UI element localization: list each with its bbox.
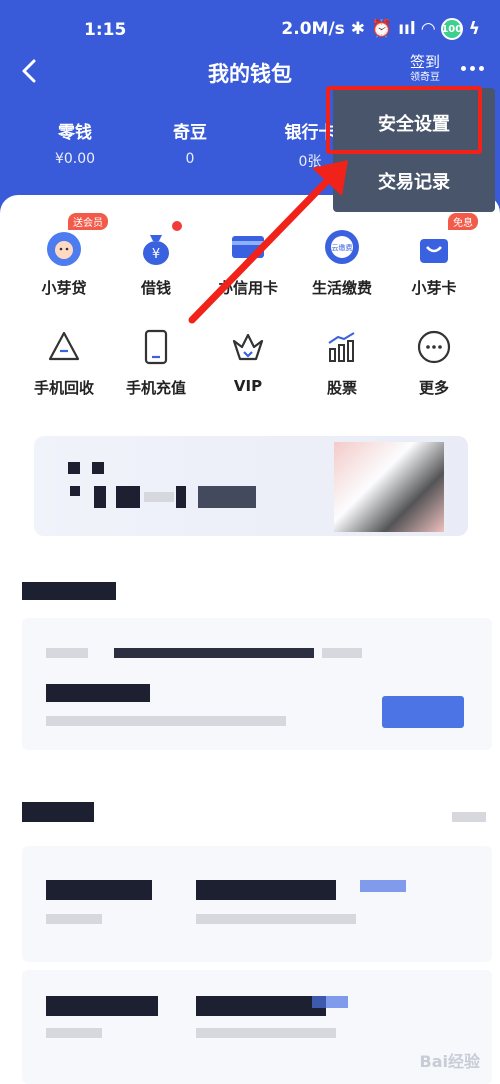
balance-change[interactable]: 零钱 ¥0.00 [15, 118, 135, 167]
banner-illustration [334, 442, 444, 532]
service-label: 生活缴费 [311, 279, 372, 297]
service-label: 办信用卡 [217, 279, 278, 297]
more-options-icon[interactable] [461, 66, 484, 71]
service-utility-payment[interactable]: 云缴费 生活缴费 [292, 225, 392, 298]
wifi-icon: ◠ [421, 19, 435, 39]
blurred-block [176, 486, 186, 508]
service-phone-topup[interactable]: 手机充值 [106, 325, 206, 398]
product-list-card-1[interactable] [22, 846, 492, 962]
status-bar: 1:15 2.0M/s ✱ ⏰ ııl ◠ 100 ϟ [0, 0, 500, 50]
status-time: 1:15 [84, 20, 127, 40]
svg-text:¥: ¥ [152, 247, 160, 262]
watermark: Bai经验 [419, 1052, 480, 1071]
blurred-block [94, 486, 106, 508]
service-borrow[interactable]: ¥ 借钱 [106, 221, 206, 298]
menu-item-transaction-history[interactable]: 交易记录 [333, 154, 495, 212]
service-label: 更多 [418, 379, 449, 397]
credit-card-icon [226, 225, 270, 269]
balance-qidou[interactable]: 奇豆 0 [130, 118, 250, 167]
service-label: 小芽卡 [411, 279, 457, 297]
network-speed: 2.0M/s [281, 19, 345, 39]
balance-value: ¥0.00 [54, 151, 96, 167]
service-label: 借钱 [140, 279, 171, 297]
alarm-icon: ⏰ [371, 19, 393, 39]
promo-tag: 送会员 [68, 213, 108, 230]
section-more-link[interactable] [452, 812, 486, 822]
service-label: 股票 [326, 379, 357, 397]
service-xiaoya-card[interactable]: 免息 小芽卡 [384, 213, 484, 298]
blurred-block [116, 486, 140, 508]
promo-banner[interactable] [34, 436, 468, 536]
battery-icon: 100 [440, 18, 463, 40]
service-more[interactable]: 更多 [384, 325, 484, 398]
action-button[interactable] [382, 696, 464, 728]
service-label: 手机回收 [33, 379, 94, 397]
signin-button[interactable]: 签到 领奇豆 [410, 54, 440, 83]
signin-label: 签到 [409, 53, 440, 71]
service-label: 手机充值 [125, 379, 186, 397]
section-title-1 [22, 578, 116, 602]
charging-icon: ϟ [468, 19, 480, 39]
balance-value: 0 [185, 151, 195, 167]
bluetooth-icon: ✱ [350, 19, 366, 39]
baby-face-icon: 送会员 [42, 213, 108, 269]
blurred-block [144, 492, 174, 502]
status-icons: 2.0M/s ✱ ⏰ ııl ◠ 100 ϟ [281, 18, 480, 40]
promo-list-card[interactable] [22, 618, 492, 750]
service-stocks[interactable]: 股票 [292, 325, 392, 398]
blurred-block [68, 462, 80, 474]
section-title-2 [22, 800, 94, 824]
utility-badge-text: 云缴费 [332, 243, 353, 252]
promo-tag: 免息 [448, 213, 478, 230]
signin-sub-label: 领奇豆 [409, 72, 440, 83]
shopping-bag-icon: 免息 [412, 213, 478, 269]
service-vip[interactable]: VIP [198, 325, 298, 395]
blurred-block [198, 486, 256, 508]
more-circle-icon [412, 325, 456, 369]
stock-chart-icon [320, 325, 364, 369]
highlight-box [326, 86, 482, 154]
signal-icon: ııl [398, 19, 416, 39]
balance-label: 零钱 [58, 123, 92, 143]
phone-icon [134, 325, 178, 369]
utility-bill-icon: 云缴费 [320, 225, 364, 269]
crown-icon [226, 325, 270, 369]
service-credit-card[interactable]: 办信用卡 [198, 225, 298, 298]
recycle-icon [42, 325, 86, 369]
notification-dot [172, 221, 182, 231]
service-xiaoya-loan[interactable]: 送会员 小芽贷 [14, 213, 114, 298]
money-bag-icon: ¥ [134, 221, 182, 269]
blurred-block [70, 486, 80, 496]
blurred-block [92, 462, 104, 474]
service-label: 小芽贷 [41, 279, 87, 297]
balance-label: 奇豆 [173, 123, 207, 143]
service-label: VIP [233, 377, 263, 395]
service-phone-recycle[interactable]: 手机回收 [14, 325, 114, 398]
